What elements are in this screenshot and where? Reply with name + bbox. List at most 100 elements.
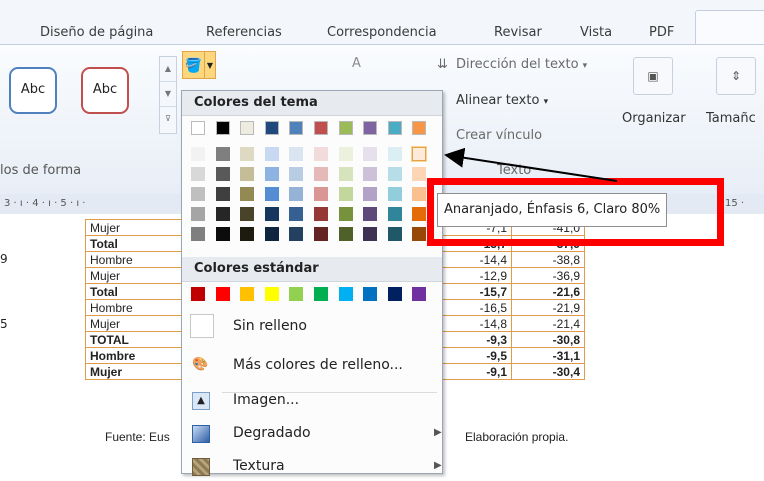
wordart-a-icon[interactable]: A [352, 56, 361, 71]
theme-color-swatch[interactable] [215, 227, 230, 241]
theme-color-swatch[interactable] [314, 207, 328, 221]
theme-color-swatch[interactable] [289, 147, 304, 161]
theme-color-swatch[interactable] [289, 227, 304, 241]
theme-color-swatch[interactable] [215, 187, 230, 201]
theme-color-swatch[interactable] [314, 227, 328, 241]
theme-color-swatch[interactable] [240, 207, 255, 221]
table-cell[interactable]: TOTAL [85, 331, 187, 348]
size-button[interactable]: Tamañc [706, 111, 756, 126]
theme-color-swatch[interactable] [387, 187, 402, 201]
shape-fill-button[interactable]: 🪣 [182, 51, 205, 79]
gallery-up-icon[interactable]: ▲ [160, 57, 176, 82]
standard-color-swatch[interactable] [338, 287, 353, 301]
theme-color-swatch[interactable] [363, 121, 378, 135]
tab-correspondencia[interactable]: Correspondencia [327, 0, 437, 44]
gallery-down-icon[interactable]: ▼ [160, 82, 176, 107]
standard-color-swatch[interactable] [314, 287, 328, 301]
shape-style-red[interactable]: Abc [81, 67, 129, 114]
gradient-fill-item[interactable]: Degradado ▶ [182, 418, 442, 448]
theme-color-swatch[interactable] [412, 187, 427, 201]
theme-color-swatch[interactable] [264, 121, 279, 135]
table-cell[interactable]: Hombre [85, 347, 187, 364]
theme-color-swatch[interactable] [338, 227, 353, 241]
gallery-more-icon[interactable]: ⊽ [160, 107, 176, 131]
table-cell[interactable]: Mujer [85, 219, 187, 236]
theme-color-swatch[interactable] [264, 227, 279, 241]
theme-color-swatch[interactable] [363, 167, 378, 181]
theme-color-swatch[interactable] [289, 121, 304, 135]
theme-color-swatch[interactable] [289, 207, 304, 221]
tab-diseno-pagina[interactable]: Diseño de página [40, 0, 153, 44]
theme-color-swatch[interactable] [387, 167, 402, 181]
theme-color-swatch[interactable] [387, 147, 402, 161]
texture-fill-item[interactable]: Textura ▶ [182, 451, 442, 481]
tab-referencias[interactable]: Referencias [206, 0, 282, 44]
text-direction-button[interactable]: Dirección del texto ▾ [456, 57, 587, 72]
theme-color-swatch[interactable] [338, 167, 353, 181]
theme-color-swatch[interactable] [191, 207, 205, 221]
theme-color-swatch[interactable] [264, 187, 279, 201]
table-cell[interactable]: -30,8 [511, 331, 585, 348]
theme-color-swatch[interactable] [412, 167, 427, 181]
align-text-button[interactable]: Alinear texto ▾ [456, 93, 548, 108]
arrange-button[interactable]: Organizar [622, 111, 686, 126]
theme-color-swatch[interactable] [387, 227, 402, 241]
theme-color-swatch[interactable] [264, 207, 279, 221]
arrange-icon[interactable]: ▣ [633, 57, 673, 95]
table-cell[interactable]: Hombre [85, 299, 187, 316]
theme-color-swatch[interactable] [338, 147, 353, 161]
tab-active-format[interactable] [695, 10, 764, 45]
theme-color-swatch[interactable] [314, 187, 328, 201]
standard-color-swatch[interactable] [240, 287, 255, 301]
table-cell[interactable]: Mujer [85, 363, 187, 380]
tab-pdf[interactable]: PDF [649, 0, 674, 44]
theme-color-swatch[interactable] [363, 227, 378, 241]
theme-color-swatch-hovered[interactable] [411, 146, 428, 162]
table-cell[interactable]: -21,9 [511, 299, 585, 316]
table-cell[interactable]: Mujer [85, 315, 187, 332]
theme-color-swatch[interactable] [215, 207, 230, 221]
theme-color-swatch[interactable] [191, 167, 205, 181]
theme-color-swatch[interactable] [338, 207, 353, 221]
theme-color-swatch[interactable] [215, 121, 230, 135]
theme-color-swatch[interactable] [191, 227, 205, 241]
theme-color-swatch[interactable] [314, 147, 328, 161]
standard-color-swatch[interactable] [191, 287, 205, 301]
theme-color-swatch[interactable] [338, 187, 353, 201]
standard-color-swatch[interactable] [215, 287, 230, 301]
standard-color-swatch[interactable] [387, 287, 402, 301]
theme-color-swatch[interactable] [191, 147, 205, 161]
table-cell[interactable]: -30,4 [511, 363, 585, 380]
shape-fill-dropdown-arrow[interactable]: ▼ [205, 51, 216, 79]
no-fill-item[interactable]: Sin relleno [182, 311, 442, 341]
theme-color-swatch[interactable] [240, 187, 255, 201]
theme-color-swatch[interactable] [240, 167, 255, 181]
theme-color-swatch[interactable] [314, 121, 328, 135]
theme-color-swatch[interactable] [215, 147, 230, 161]
table-cell[interactable]: Total [85, 283, 187, 300]
size-icon[interactable]: ⇕ [716, 57, 756, 95]
theme-color-swatch[interactable] [338, 121, 353, 135]
theme-color-swatch[interactable] [240, 227, 255, 241]
theme-color-swatch[interactable] [412, 227, 427, 241]
create-link-button[interactable]: Crear vínculo [456, 128, 542, 143]
tab-revisar[interactable]: Revisar [494, 0, 542, 44]
theme-color-swatch[interactable] [215, 167, 230, 181]
standard-color-swatch[interactable] [289, 287, 304, 301]
table-cell[interactable]: -21,4 [511, 315, 585, 332]
more-fill-colors-item[interactable]: 🎨 Más colores de relleno... [182, 350, 442, 380]
theme-color-swatch[interactable] [289, 187, 304, 201]
shape-style-blue[interactable]: Abc [9, 67, 57, 114]
table-cell[interactable]: Total [85, 235, 187, 252]
table-cell[interactable]: -36,9 [511, 267, 585, 284]
standard-color-swatch[interactable] [264, 287, 279, 301]
table-cell[interactable]: -31,1 [511, 347, 585, 364]
theme-color-swatch[interactable] [264, 147, 279, 161]
theme-color-swatch[interactable] [387, 121, 402, 135]
theme-color-swatch[interactable] [264, 167, 279, 181]
table-cell[interactable]: Mujer [85, 267, 187, 284]
theme-color-swatch[interactable] [363, 207, 378, 221]
theme-color-swatch[interactable] [387, 207, 402, 221]
table-cell[interactable]: -21,6 [511, 283, 585, 300]
theme-color-swatch[interactable] [363, 187, 378, 201]
